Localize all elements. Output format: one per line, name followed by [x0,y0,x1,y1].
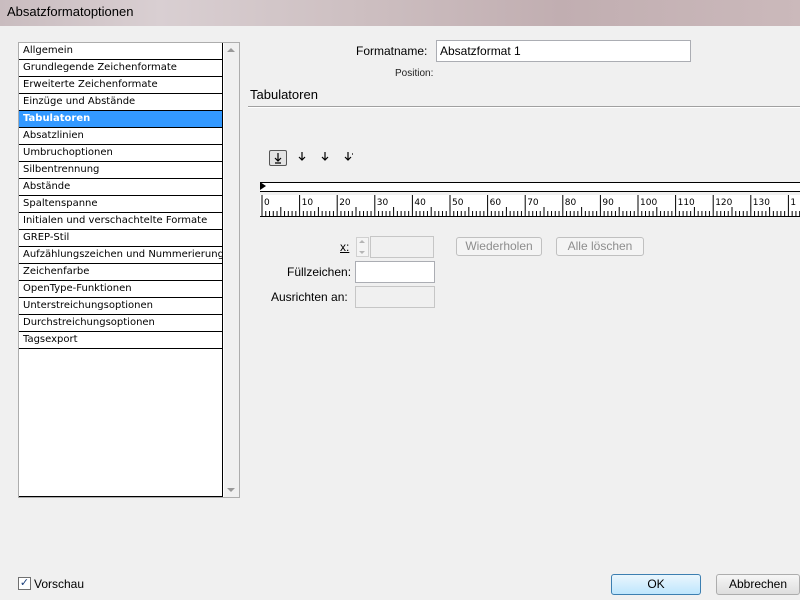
repeat-button[interactable]: Wiederholen [456,237,542,256]
window-title: Absatzformatoptionen [7,4,134,19]
ruler-label: 60 [490,198,502,208]
category-item[interactable]: Tabulatoren [19,111,222,128]
center-tab-icon[interactable] [293,150,311,166]
format-name-label-text: Formatname: [356,44,428,58]
ruler-label: 110 [678,198,695,208]
ruler-scale: 0 10 20 30 40 50 60 70 80 90 100 110 120 130 1 [261,195,800,217]
ruler-label: 1 [790,198,796,208]
align-to-input[interactable] [355,286,435,308]
category-item[interactable]: Tagsexport [19,332,222,349]
category-item[interactable]: GREP-Stil [19,230,222,247]
tab-stop-strip[interactable] [260,182,800,192]
category-item[interactable]: OpenType-Funktionen [19,281,222,298]
section-title: Tabulatoren [250,87,318,102]
ruler-label: 120 [715,198,732,208]
ruler-label: 90 [602,198,614,208]
ruler-label: 20 [339,198,351,208]
ok-button[interactable]: OK [611,574,701,595]
stepper-up-icon[interactable] [359,240,365,243]
category-item[interactable]: Einzüge und Abstände [19,94,222,111]
position-label: Position: [395,68,434,79]
ruler-label: 130 [753,198,770,208]
left-tab-icon[interactable] [269,150,287,166]
category-item[interactable]: Durchstreichungsoptionen [19,315,222,332]
category-list[interactable]: Allgemein Grundlegende Zeichenformate Erwe… [18,42,240,498]
x-stepper[interactable] [356,237,369,257]
category-item[interactable]: Absatzlinien [19,128,222,145]
preview-label[interactable]: Vorschau [34,577,84,591]
category-item[interactable]: Allgemein [19,43,222,60]
ruler-label: 30 [377,198,389,208]
indent-marker-icon[interactable] [260,182,266,190]
stepper-down-icon[interactable] [359,251,365,254]
format-name-input[interactable]: Absatzformat 1 [436,40,691,62]
category-list-scrollbar[interactable] [224,43,239,497]
category-item[interactable]: Aufzählungszeichen und Nummerierung [19,247,222,264]
x-label: x: [340,240,349,254]
category-item[interactable]: Spaltenspanne [19,196,222,213]
category-item[interactable]: Umbruchoptionen [19,145,222,162]
x-label-text: x: [340,240,350,254]
ruler-label: 70 [527,198,539,208]
category-item[interactable]: Unterstreichungsoptionen [19,298,222,315]
format-name-label: Formatname: [356,44,427,58]
preview-checkbox[interactable]: ✓ [18,577,31,590]
ruler-label: 40 [414,198,426,208]
fill-char-label: Füllzeichen: [287,265,352,279]
section-separator-highlight [248,107,800,108]
ruler-label: 0 [264,198,270,208]
category-item[interactable]: Grundlegende Zeichenformate [19,60,222,77]
category-item[interactable]: Abstände [19,179,222,196]
category-list-items: Allgemein Grundlegende Zeichenformate Erwe… [19,43,223,497]
category-item[interactable]: Silbentrennung [19,162,222,179]
fill-char-input[interactable] [355,261,435,283]
ruler-label: 100 [640,198,657,208]
ruler-label: 50 [452,198,464,208]
right-tab-icon[interactable] [316,150,334,166]
scroll-down-icon[interactable] [227,488,235,492]
decimal-tab-icon[interactable] [339,150,357,166]
x-input[interactable] [370,236,434,258]
ruler-label: 10 [302,198,314,208]
category-item[interactable]: Zeichenfarbe [19,264,222,281]
category-item[interactable]: Erweiterte Zeichenformate [19,77,222,94]
category-item[interactable]: Initialen und verschachtelte Formate [19,213,222,230]
ruler-label: 80 [565,198,577,208]
clear-all-button[interactable]: Alle löschen [556,237,644,256]
tab-ruler[interactable]: 0 10 20 30 40 50 60 70 80 90 100 110 120 130 1 [260,195,800,217]
title-bar: Absatzformatoptionen [0,0,800,26]
align-to-label: Ausrichten an: [271,290,348,304]
scroll-up-icon[interactable] [227,48,235,52]
cancel-button[interactable]: Abbrechen [716,574,800,595]
